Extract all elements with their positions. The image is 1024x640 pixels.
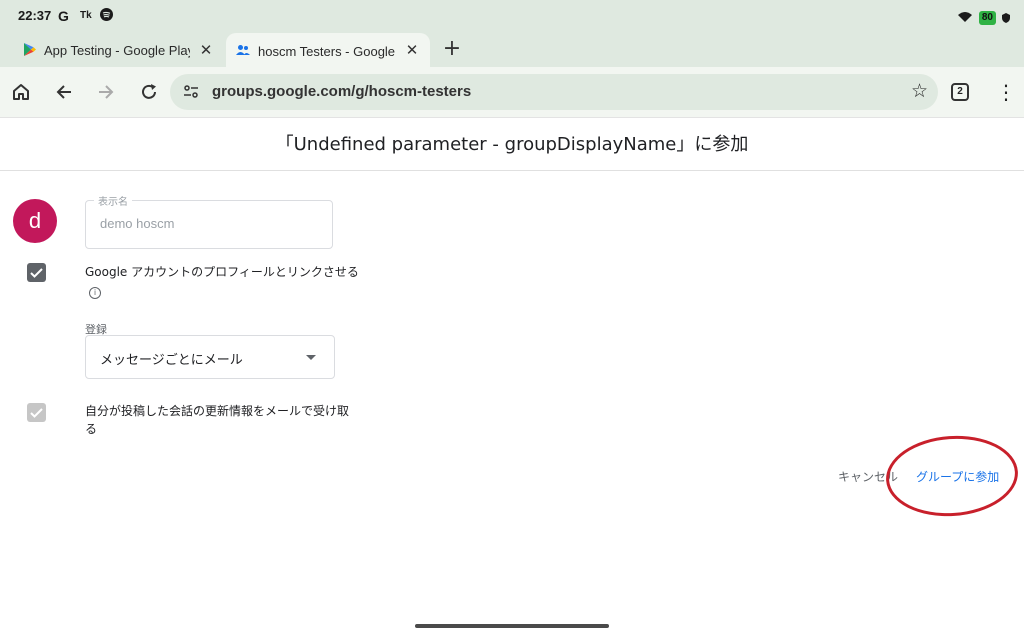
dropdown-arrow-icon [306, 355, 316, 360]
google-g-icon: G [58, 8, 69, 24]
home-icon[interactable] [8, 79, 34, 105]
browser-toolbar: groups.google.com/g/hoscm-testers ☆ 2 ⋮ [0, 67, 1024, 118]
wifi-icon [957, 8, 973, 27]
display-name-label: 表示名 [94, 193, 132, 208]
email-updates-checkbox[interactable] [27, 403, 46, 422]
reload-icon[interactable] [136, 79, 162, 105]
close-icon[interactable]: ✕ [198, 41, 214, 59]
email-updates-label: 自分が投稿した会話の更新情報をメールで受け取る [85, 404, 350, 436]
tab-title: App Testing - Google Play [44, 42, 190, 58]
subscription-value: メッセージごとにメール [100, 353, 243, 368]
site-settings-icon[interactable] [182, 83, 200, 101]
tk-icon: Tk [80, 10, 92, 21]
display-name-value: demo hoscm [100, 216, 175, 231]
status-bar: 22:37 G Tk 80 [0, 0, 1024, 33]
page-title: 「Undefined parameter - groupDisplayName」… [0, 118, 1024, 171]
groups-icon [236, 41, 250, 60]
menu-dots-icon[interactable]: ⋮ [996, 80, 1016, 104]
tab-switcher-button[interactable]: 2 [951, 83, 969, 101]
address-bar[interactable]: groups.google.com/g/hoscm-testers ☆ [170, 74, 938, 110]
forward-arrow-icon[interactable] [93, 79, 119, 105]
gesture-home-bar[interactable] [415, 624, 609, 628]
close-icon[interactable]: ✕ [404, 41, 420, 59]
tab-title: hoscm Testers - Google グ [258, 43, 396, 59]
annotation-circle [883, 431, 1021, 521]
url-text: groups.google.com/g/hoscm-testers [212, 83, 472, 100]
spotify-icon [100, 8, 113, 24]
tab-strip: App Testing - Google Play ✕ hoscm Tester… [0, 33, 1024, 67]
link-profile-checkbox[interactable] [27, 263, 46, 282]
tab-hoscm-testers[interactable]: hoscm Testers - Google グ ✕ [226, 33, 430, 67]
google-play-icon [24, 41, 36, 60]
star-icon[interactable]: ☆ [911, 80, 928, 102]
avatar: d [13, 199, 57, 243]
link-profile-label: Google アカウントのプロフィールとリンクさせるi [85, 265, 359, 299]
new-tab-button[interactable]: + [440, 36, 464, 61]
back-arrow-icon[interactable] [51, 79, 77, 105]
status-time: 22:37 [18, 8, 52, 23]
battery-icon: 80 [978, 10, 996, 25]
tab-app-testing[interactable]: App Testing - Google Play ✕ [14, 33, 224, 67]
info-icon[interactable]: i [89, 287, 101, 299]
shield-icon [1002, 8, 1010, 27]
subscription-select[interactable]: メッセージごとにメール [85, 335, 335, 379]
